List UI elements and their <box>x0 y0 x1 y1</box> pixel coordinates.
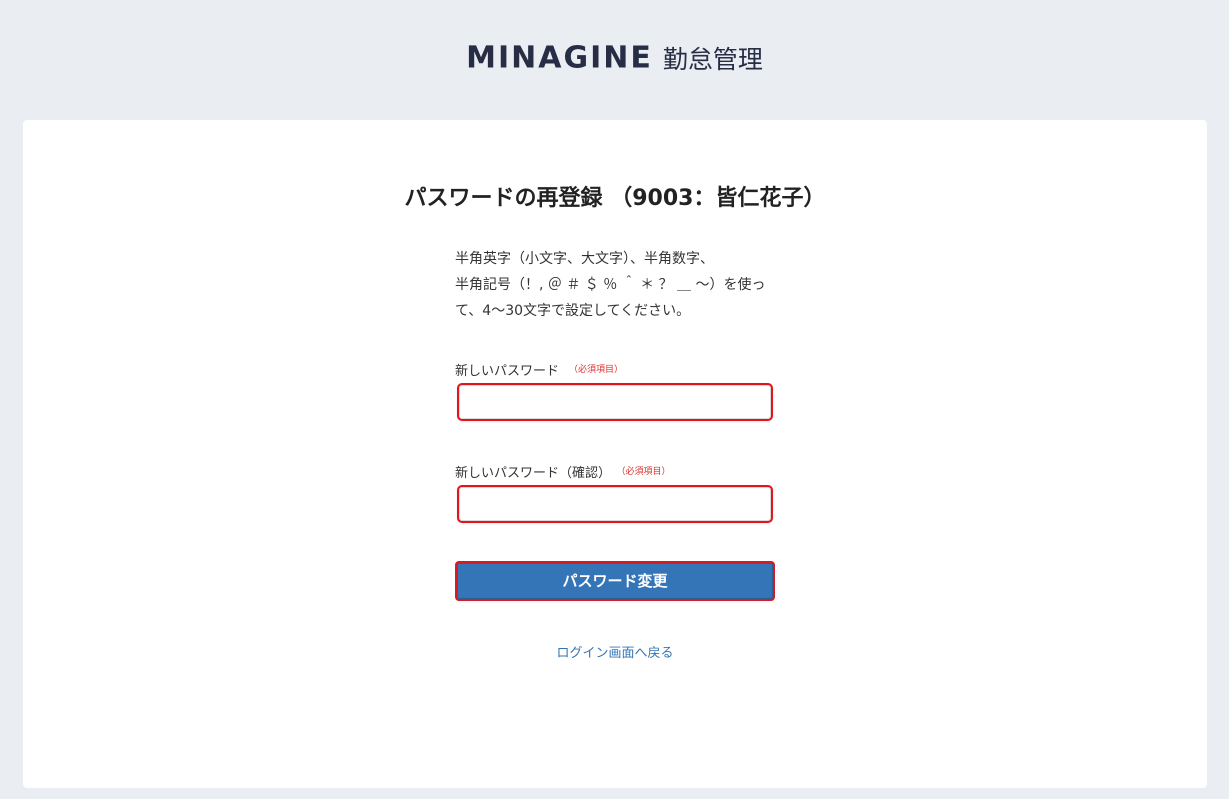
logo-product-name: 勤怠管理 <box>662 45 763 74</box>
change-password-button[interactable]: パスワード変更 <box>455 561 775 601</box>
new-password-label: 新しいパスワード （必須項目） <box>455 360 623 379</box>
logo-brand: MINAGINE <box>466 40 653 76</box>
password-instructions: 半角英字（小文字、大文字）、半角数字、 半角記号（！, ＠ ＃ ＄ ％ ＾ ＊ … <box>455 246 785 324</box>
page-title: パスワードの再登録 （9003：皆仁花子） <box>404 186 826 211</box>
required-badge: （必須項目） <box>569 365 624 375</box>
instruction-line: て、4〜30文字で設定してください。 <box>455 303 691 319</box>
header: MINAGINE 勤怠管理 <box>0 0 1229 118</box>
required-badge: （必須項目） <box>621 467 671 477</box>
new-password-label-text: 新しいパスワード <box>455 364 560 379</box>
confirm-password-label: 新しいパスワード（確認） （必須項目） <box>455 462 671 481</box>
password-reset-card: パスワードの再登録 （9003：皆仁花子） 半角英字（小文字、大文字）、半角数字… <box>23 120 1207 788</box>
back-to-login-link[interactable]: ログイン画面へ戻る <box>23 642 1207 661</box>
instruction-line: 半角記号（！, ＠ ＃ ＄ ％ ＾ ＊ ？ ＿ ～）を使っ <box>455 277 766 293</box>
confirm-password-input[interactable] <box>457 485 773 523</box>
instruction-line: 半角英字（小文字、大文字）、半角数字、 <box>455 251 714 267</box>
confirm-password-label-text: 新しいパスワード（確認） <box>455 466 612 481</box>
logo: MINAGINE 勤怠管理 <box>0 40 1229 76</box>
new-password-input[interactable] <box>457 383 773 421</box>
